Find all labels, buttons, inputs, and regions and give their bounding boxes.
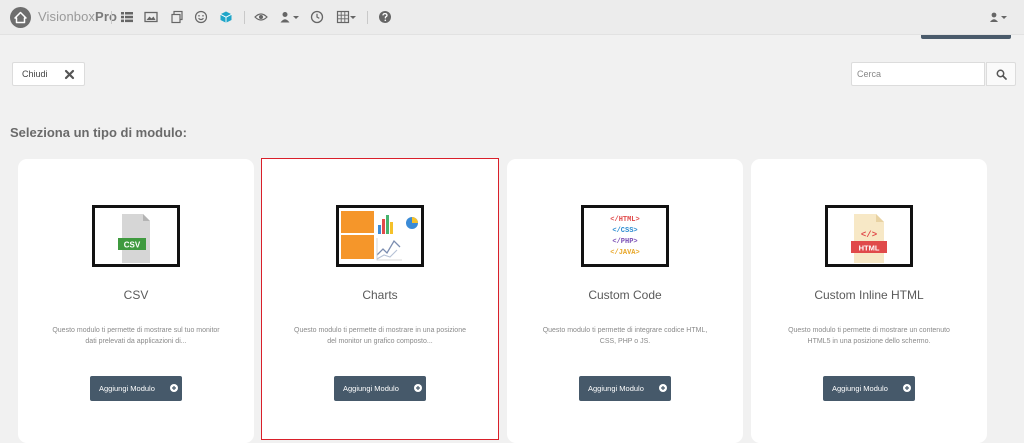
search-button[interactable] bbox=[986, 62, 1016, 86]
csv-file-icon: CSV bbox=[92, 205, 180, 267]
plus-circle-icon bbox=[414, 384, 422, 392]
plus-circle-icon bbox=[903, 384, 911, 392]
chevron-down-icon[interactable] bbox=[1001, 16, 1007, 19]
card-title: Custom Inline HTML bbox=[814, 288, 924, 302]
chevron-down-icon[interactable] bbox=[350, 16, 356, 19]
module-card-csv[interactable]: CSV CSV Questo modulo ti permette di mos… bbox=[18, 159, 254, 443]
add-module-button[interactable]: Aggiungi Modulo bbox=[334, 376, 426, 401]
add-module-label: Aggiungi Modulo bbox=[588, 384, 644, 393]
add-module-label: Aggiungi Modulo bbox=[832, 384, 888, 393]
html-file-icon: </> HTML bbox=[825, 205, 913, 267]
add-module-label: Aggiungi Modulo bbox=[343, 384, 399, 393]
search-input[interactable] bbox=[851, 62, 985, 86]
close-button-label: Chiudi bbox=[22, 69, 48, 79]
cube-icon[interactable] bbox=[219, 10, 233, 24]
add-module-button[interactable]: Aggiungi Modulo bbox=[823, 376, 915, 401]
card-description: Questo modulo ti permette di mostrare su… bbox=[52, 327, 220, 345]
collapsed-panel-tab[interactable] bbox=[921, 35, 1011, 39]
csv-badge-text: CSV bbox=[124, 240, 141, 249]
help-icon[interactable] bbox=[378, 10, 392, 24]
top-navigation-bar: VisionboxPro bbox=[0, 0, 1024, 35]
code-list-icon: </HTML> </CSS> </PHP> </JAVA> bbox=[581, 205, 669, 267]
close-button[interactable]: Chiudi bbox=[12, 62, 85, 86]
card-title: CSV bbox=[123, 288, 149, 302]
toolbar-divider bbox=[111, 11, 112, 24]
chevron-down-icon[interactable] bbox=[293, 16, 299, 19]
code-line-php: </PHP> bbox=[612, 238, 637, 246]
grid-icon[interactable] bbox=[336, 10, 350, 24]
card-title: Charts bbox=[362, 288, 398, 302]
add-module-button[interactable]: Aggiungi Modulo bbox=[579, 376, 671, 401]
search-icon bbox=[996, 69, 1007, 80]
clock-icon[interactable] bbox=[310, 10, 324, 24]
plus-circle-icon bbox=[170, 384, 178, 392]
section-title: Seleziona un tipo di modulo: bbox=[10, 125, 187, 140]
smile-icon[interactable] bbox=[194, 10, 208, 24]
close-icon bbox=[64, 69, 75, 80]
code-line-html: </HTML> bbox=[610, 216, 639, 224]
module-card-charts[interactable]: Charts Questo modulo ti permette di most… bbox=[261, 158, 499, 440]
card-title: Custom Code bbox=[588, 288, 662, 302]
brand-name: VisionboxPro bbox=[38, 9, 118, 24]
html-badge-text: HTML bbox=[859, 243, 880, 252]
eye-icon[interactable] bbox=[254, 10, 268, 24]
module-card-custom-code[interactable]: </HTML> </CSS> </PHP> </JAVA> Custom Cod… bbox=[507, 159, 743, 443]
copy-icon[interactable] bbox=[170, 10, 184, 24]
code-line-css: </CSS> bbox=[612, 227, 637, 235]
home-icon[interactable] bbox=[10, 7, 31, 28]
module-card-custom-inline-html[interactable]: </> HTML Custom Inline HTML Questo modul… bbox=[751, 159, 987, 443]
toolbar-divider bbox=[244, 11, 245, 24]
plus-circle-icon bbox=[659, 384, 667, 392]
list-icon[interactable] bbox=[120, 10, 134, 24]
card-description: Questo modulo ti permette di mostrare un… bbox=[788, 327, 950, 345]
code-line-java: </JAVA> bbox=[610, 249, 639, 257]
html-code-symbol: </> bbox=[861, 230, 877, 240]
card-description: Questo modulo ti permette di integrare c… bbox=[542, 327, 708, 345]
charts-icon bbox=[336, 205, 424, 267]
user-icon[interactable] bbox=[988, 10, 1002, 24]
card-description: Questo modulo ti permette di mostrare in… bbox=[294, 327, 466, 345]
image-icon[interactable] bbox=[144, 10, 158, 24]
user-group-icon[interactable] bbox=[279, 10, 293, 24]
toolbar-divider bbox=[367, 11, 368, 24]
add-module-label: Aggiungi Modulo bbox=[99, 384, 155, 393]
add-module-button[interactable]: Aggiungi Modulo bbox=[90, 376, 182, 401]
